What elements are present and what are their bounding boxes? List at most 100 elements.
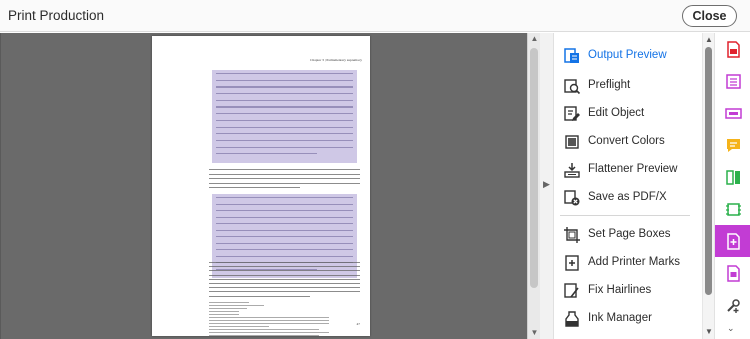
page-number: 47 (356, 322, 361, 326)
tool-fix-hairlines[interactable]: Fix Hairlines (554, 278, 702, 304)
rail-button-organize-pages[interactable] (715, 65, 750, 97)
tool-label: Flattener Preview (588, 163, 678, 175)
close-button[interactable]: Close (682, 5, 737, 27)
footnote-line (209, 320, 329, 321)
rail-button-optimize[interactable] (715, 193, 750, 225)
window-title: Print Production (8, 8, 105, 23)
text-line (209, 295, 310, 297)
tool-flattener-preview[interactable]: Flattener Preview (554, 157, 702, 183)
tool-save-as-pdf-x[interactable]: Save as PDF/X (554, 185, 702, 211)
footnote-line (209, 317, 329, 318)
text-line (216, 242, 353, 244)
text-line (209, 178, 360, 180)
comment-icon (725, 137, 742, 154)
footnote-line (209, 305, 264, 306)
edit-object-icon (563, 105, 581, 123)
tools-panel-scroll-thumb[interactable] (705, 47, 712, 295)
text-line (216, 93, 353, 95)
text-line (216, 146, 353, 148)
footnote-line (209, 311, 239, 312)
text-line (209, 262, 360, 264)
compare-icon (725, 169, 742, 186)
text-line (216, 197, 353, 199)
text-line (216, 106, 353, 108)
text-line (216, 203, 353, 205)
footnote-line (209, 302, 249, 303)
tools-rail: ⌄ (714, 33, 750, 339)
tools-panel-scrollbar[interactable]: ▲ ▼ (702, 33, 714, 339)
rail-button-redact[interactable] (715, 97, 750, 129)
text-line (209, 291, 360, 293)
rail-button-compare[interactable] (715, 161, 750, 193)
footnote-line (209, 323, 329, 324)
rail-expand-chevron-icon[interactable]: ⌄ (727, 323, 735, 334)
document-scrollbar[interactable]: ▲ ▼ (527, 33, 540, 339)
text-line (209, 274, 360, 276)
fix-hairlines-icon (563, 282, 581, 300)
rail-button-comment[interactable] (715, 129, 750, 161)
ink-manager-icon (563, 310, 581, 328)
footnote-line (209, 329, 319, 330)
document-page: Chapter 3 | Parliamentary supremacy 47 (152, 36, 370, 336)
rail-button-export-pdf[interactable] (715, 33, 750, 65)
text-line (216, 99, 353, 101)
tool-set-page-boxes[interactable]: Set Page Boxes (554, 222, 702, 248)
text-line (216, 153, 317, 155)
tool-label: Save as PDF/X (588, 191, 667, 203)
optimize-icon (725, 201, 742, 218)
save-pdfx-icon (563, 189, 581, 207)
tool-output-preview[interactable]: Output Preview (554, 43, 702, 69)
convert-colors-icon (563, 133, 581, 151)
text-line (216, 249, 353, 251)
text-line (216, 133, 353, 135)
text-line (209, 182, 360, 184)
more-tools-icon (725, 297, 742, 314)
redact-icon (724, 105, 742, 122)
text-line (216, 139, 353, 142)
text-line (216, 255, 353, 257)
tool-label: Fix Hairlines (588, 284, 652, 296)
protect-icon (725, 264, 742, 282)
footnote-line (209, 326, 269, 327)
highlighted-quote-block (212, 70, 357, 163)
tool-ink-manager[interactable]: Ink Manager (554, 306, 702, 332)
text-line (209, 266, 360, 268)
tool-add-printer-marks[interactable]: Add Printer Marks (554, 250, 702, 276)
tool-preflight[interactable]: Preflight (554, 73, 702, 99)
tool-label: Preflight (588, 79, 631, 91)
tool-label: Set Page Boxes (588, 228, 671, 240)
chevron-right-icon[interactable]: ▶ (543, 179, 550, 190)
text-line (209, 287, 360, 289)
text-line (216, 223, 353, 225)
organize-pages-icon (725, 73, 742, 90)
tool-label: Convert Colors (588, 135, 665, 147)
text-line (216, 229, 353, 231)
tool-convert-colors[interactable]: Convert Colors (554, 129, 702, 155)
title-bar: Print Production Close (0, 0, 750, 32)
footnote-line (209, 314, 239, 315)
print-production-tools-panel: Output Preview Preflight Edit Object Conver… (554, 33, 702, 339)
rail-button-more-tools[interactable] (715, 289, 750, 321)
set-page-boxes-icon (563, 226, 581, 244)
text-line (209, 278, 360, 280)
text-line (216, 210, 353, 212)
footnote-line (209, 335, 319, 336)
text-line (216, 216, 353, 218)
tool-label: Output Preview (588, 49, 667, 61)
running-head: Chapter 3 | Parliamentary supremacy (310, 58, 362, 62)
rail-button-print-production[interactable] (715, 225, 750, 257)
text-line (209, 173, 360, 175)
footnote-line (209, 332, 329, 333)
text-line (216, 126, 353, 128)
add-printer-marks-icon (563, 254, 581, 272)
output-preview-icon (563, 47, 581, 65)
panel-collapse-strip[interactable]: ▶ (540, 33, 554, 339)
text-line (216, 236, 353, 238)
text-line (209, 283, 360, 285)
flattener-preview-icon (563, 161, 581, 179)
tool-edit-object[interactable]: Edit Object (554, 101, 702, 127)
document-scroll-thumb[interactable] (530, 48, 538, 288)
rail-button-protect[interactable] (715, 257, 750, 289)
document-viewer[interactable]: Chapter 3 | Parliamentary supremacy 47 (0, 33, 540, 339)
text-line (216, 113, 353, 115)
